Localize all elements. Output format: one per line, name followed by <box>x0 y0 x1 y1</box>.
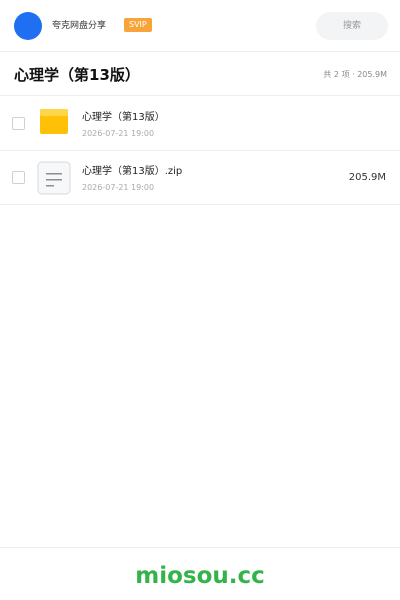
search-label: 搜索 <box>342 21 361 31</box>
row-checkbox[interactable] <box>12 171 25 184</box>
search-box[interactable]: 搜索 <box>316 12 388 40</box>
file-date: 2026-07-21 19:00 <box>82 129 155 138</box>
file-name[interactable]: 心理学（第13版）.zip <box>82 165 182 179</box>
page-title: 心理学（第13版） <box>14 66 140 84</box>
file-date: 2026-07-21 19:00 <box>82 183 155 192</box>
footer-brand[interactable]: miosou.cc <box>0 562 400 590</box>
file-row[interactable]: 心理学（第13版）.zip 2026-07-21 19:00 205.9M <box>0 151 400 205</box>
file-size: 205.9M <box>348 172 386 183</box>
username: 夸克网盘分享 <box>52 21 107 31</box>
file-row[interactable]: 心理学（第13版） 2026-07-21 19:00 <box>0 97 400 151</box>
folder-icon <box>37 107 71 141</box>
share-page: 夸克网盘分享 SVIP 搜索 心理学（第13版） 共 2 项 · 205.9M … <box>0 0 400 600</box>
file-summary: 共 2 项 · 205.9M <box>323 70 387 79</box>
footer: miosou.cc <box>0 547 400 600</box>
svip-badge: SVIP <box>124 18 152 32</box>
header-bar: 夸克网盘分享 SVIP 搜索 <box>0 0 400 52</box>
avatar[interactable] <box>14 12 42 40</box>
row-checkbox[interactable] <box>12 117 25 130</box>
zip-file-icon <box>37 161 71 195</box>
folder-title-bar: 心理学（第13版） 共 2 项 · 205.9M <box>0 52 400 96</box>
file-name[interactable]: 心理学（第13版） <box>82 111 165 125</box>
